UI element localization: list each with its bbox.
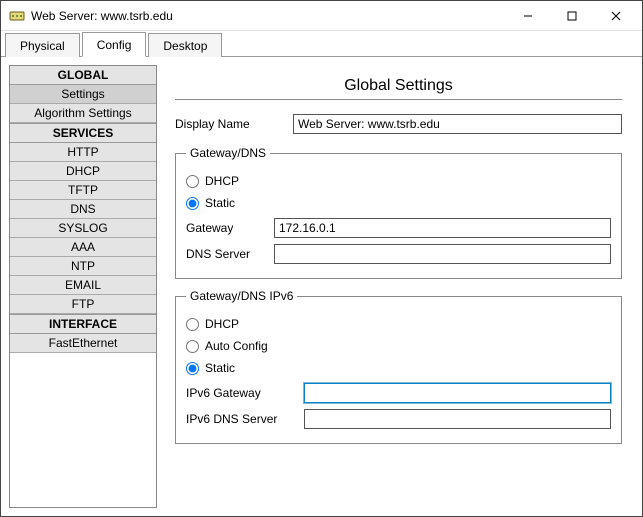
window-title: Web Server: www.tsrb.edu — [31, 9, 506, 23]
dns-server-label: DNS Server — [186, 247, 266, 261]
sidebar-item-ftp[interactable]: FTP — [10, 295, 156, 314]
gwdns6-static-row: Static — [186, 361, 611, 375]
close-button[interactable] — [594, 2, 638, 30]
tab-physical[interactable]: Physical — [5, 33, 80, 57]
dns-server-input[interactable] — [274, 244, 611, 264]
title-rule — [175, 99, 622, 100]
minimize-button[interactable] — [506, 2, 550, 30]
sidebar-item-dhcp[interactable]: DHCP — [10, 162, 156, 181]
sidebar-item-tftp[interactable]: TFTP — [10, 181, 156, 200]
content-area: GLOBAL Settings Algorithm Settings SERVI… — [1, 57, 642, 516]
sidebar-item-ntp[interactable]: NTP — [10, 257, 156, 276]
gwdns-dhcp-radio[interactable] — [186, 175, 199, 188]
gwdns-dhcp-label: DHCP — [205, 174, 239, 188]
sidebar: GLOBAL Settings Algorithm Settings SERVI… — [9, 65, 157, 508]
tab-config[interactable]: Config — [82, 32, 147, 57]
main-panel: Global Settings Display Name Gateway/DNS… — [163, 65, 634, 508]
sidebar-item-http[interactable]: HTTP — [10, 143, 156, 162]
sidebar-item-algorithm-settings[interactable]: Algorithm Settings — [10, 104, 156, 123]
ipv6-dns-row: IPv6 DNS Server — [186, 409, 611, 429]
gwdns6-dhcp-radio[interactable] — [186, 318, 199, 331]
sidebar-header-interface: INTERFACE — [10, 314, 156, 334]
gwdns-static-radio[interactable] — [186, 197, 199, 210]
gwdns6-dhcp-label: DHCP — [205, 317, 239, 331]
sidebar-item-syslog[interactable]: SYSLOG — [10, 219, 156, 238]
gwdns6-static-label: Static — [205, 361, 235, 375]
ipv6-gateway-row: IPv6 Gateway — [186, 383, 611, 403]
gwdns6-autoconfig-row: Auto Config — [186, 339, 611, 353]
sidebar-header-services: SERVICES — [10, 123, 156, 143]
gateway-row: Gateway — [186, 218, 611, 238]
ipv6-gateway-input[interactable] — [304, 383, 611, 403]
gwdns6-static-radio[interactable] — [186, 362, 199, 375]
sidebar-item-dns[interactable]: DNS — [10, 200, 156, 219]
display-name-input[interactable] — [293, 114, 622, 134]
sidebar-item-email[interactable]: EMAIL — [10, 276, 156, 295]
gwdns6-autoconfig-label: Auto Config — [205, 339, 268, 353]
app-icon — [9, 8, 25, 24]
gwdns-dhcp-row: DHCP — [186, 174, 611, 188]
maximize-button[interactable] — [550, 2, 594, 30]
sidebar-item-settings[interactable]: Settings — [10, 85, 156, 104]
dns-row: DNS Server — [186, 244, 611, 264]
display-name-row: Display Name — [175, 114, 622, 134]
gateway-input[interactable] — [274, 218, 611, 238]
titlebar: Web Server: www.tsrb.edu — [1, 1, 642, 31]
ipv6-dns-server-label: IPv6 DNS Server — [186, 412, 296, 426]
sidebar-item-aaa[interactable]: AAA — [10, 238, 156, 257]
sidebar-header-global: GLOBAL — [10, 66, 156, 85]
ipv6-dns-server-input[interactable] — [304, 409, 611, 429]
app-window: Web Server: www.tsrb.edu Physical Config… — [0, 0, 643, 517]
gwdns6-autoconfig-radio[interactable] — [186, 340, 199, 353]
ipv6-gateway-label: IPv6 Gateway — [186, 386, 296, 400]
sidebar-item-fastethernet[interactable]: FastEthernet — [10, 334, 156, 353]
tabs: Physical Config Desktop — [1, 31, 642, 57]
gwdns-static-row: Static — [186, 196, 611, 210]
gateway-dns-ipv6-group: Gateway/DNS IPv6 DHCP Auto Config Static… — [175, 289, 622, 444]
gateway-label: Gateway — [186, 221, 266, 235]
gwdns6-dhcp-row: DHCP — [186, 317, 611, 331]
display-name-label: Display Name — [175, 117, 285, 131]
page-title: Global Settings — [175, 77, 622, 95]
gwdns-static-label: Static — [205, 196, 235, 210]
window-controls — [506, 2, 638, 30]
gateway-dns-ipv6-legend: Gateway/DNS IPv6 — [186, 289, 297, 303]
gateway-dns-group: Gateway/DNS DHCP Static Gateway DNS Serv… — [175, 146, 622, 279]
gateway-dns-legend: Gateway/DNS — [186, 146, 270, 160]
tab-desktop[interactable]: Desktop — [148, 33, 222, 57]
